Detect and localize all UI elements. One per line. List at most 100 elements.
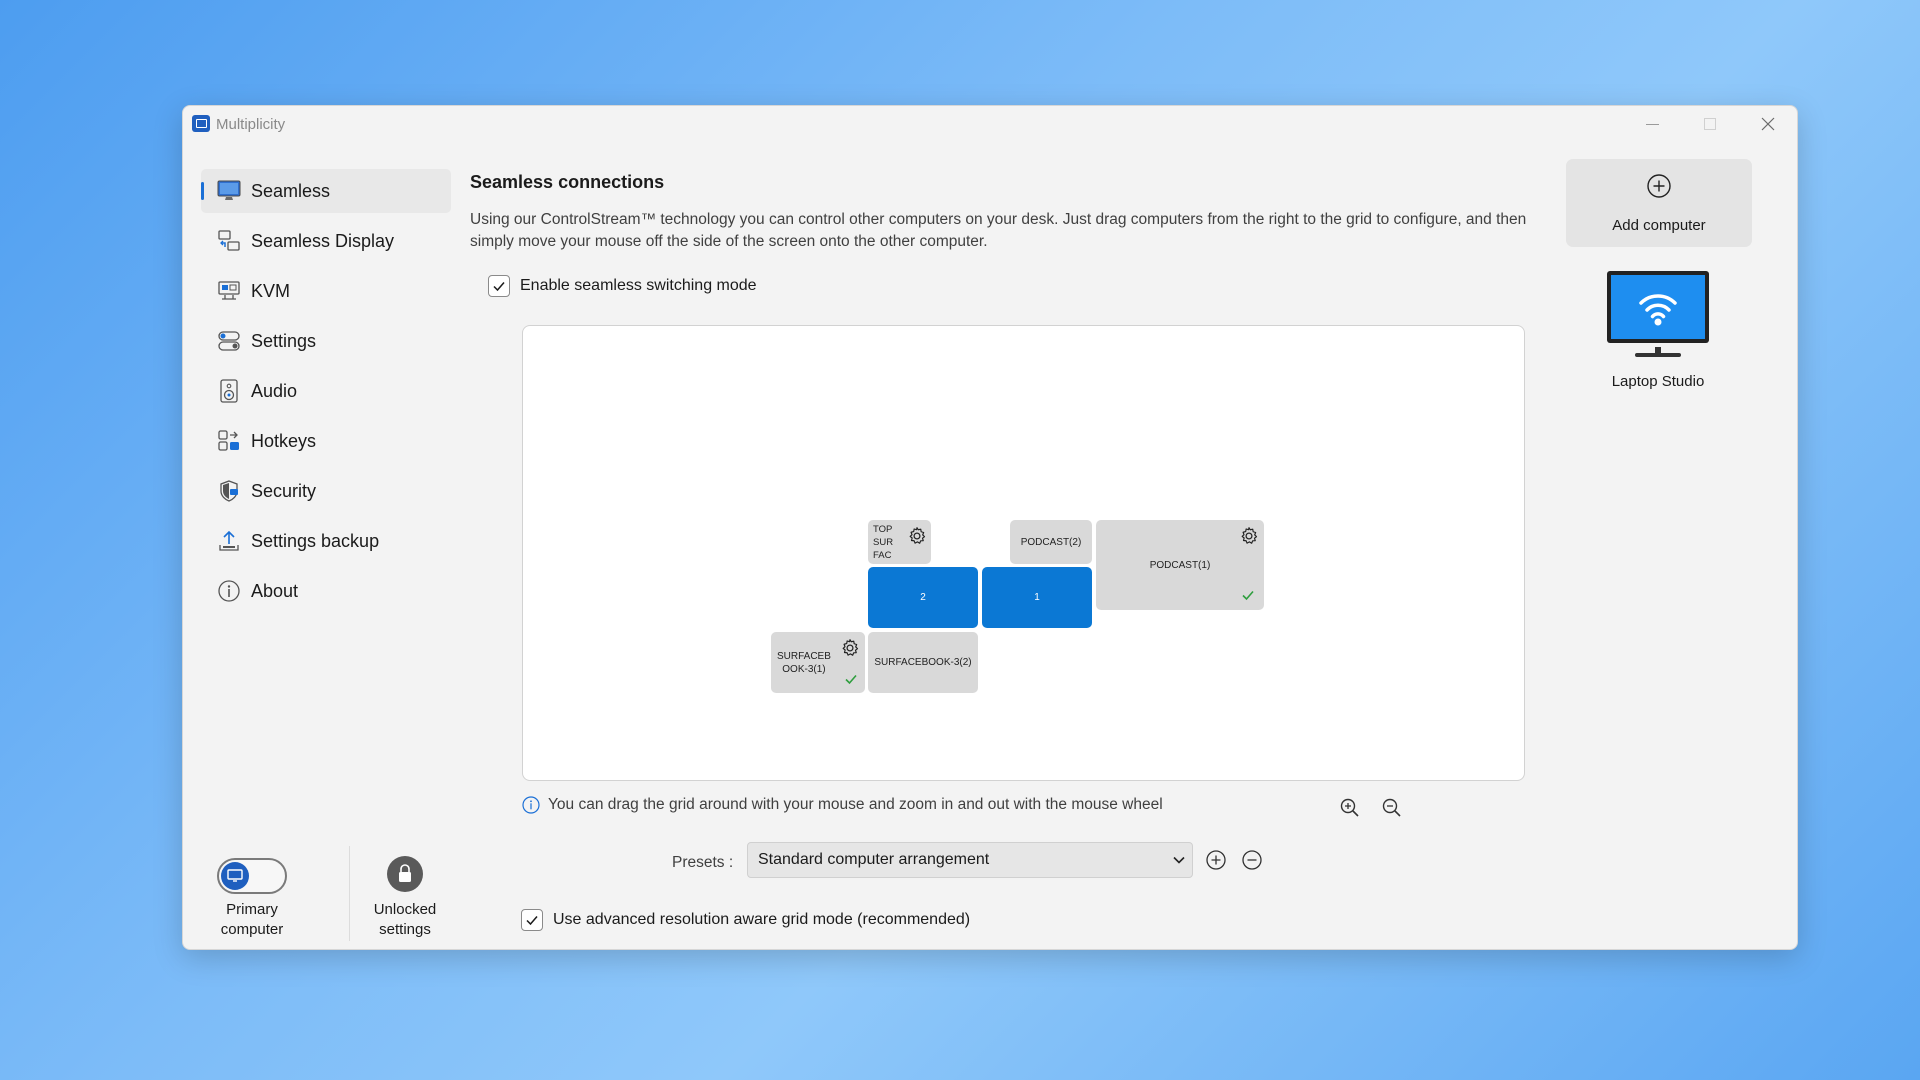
enable-seamless-checkbox[interactable]: Enable seamless switching mode	[488, 275, 757, 297]
zoom-out-icon[interactable]	[1381, 797, 1403, 819]
minimize-button[interactable]	[1623, 106, 1681, 142]
available-computer-laptop-studio[interactable]	[1605, 269, 1711, 369]
sidebar-item-kvm[interactable]: KVM	[201, 269, 451, 313]
toggles-icon	[217, 329, 241, 353]
sidebar-item-label: Audio	[251, 380, 298, 401]
sidebar-item-label: Settings backup	[251, 530, 380, 551]
sidebar-item-settings[interactable]: Settings	[201, 319, 451, 363]
available-computer-label: Laptop Studio	[1611, 373, 1705, 390]
sidebar-item-about[interactable]: About	[201, 569, 451, 613]
primary-computer-label: Primary computer	[201, 900, 303, 940]
grid-tile-top-surface[interactable]: TOP SUR FAC	[868, 520, 931, 564]
info-icon	[522, 796, 540, 814]
grid-tile-surfacebook-3-1[interactable]: SURFACEB OOK-3(1)	[771, 632, 865, 693]
wifi-monitor-icon	[1607, 271, 1709, 357]
sidebar-item-seamless-display[interactable]: Seamless Display	[201, 219, 451, 263]
sidebar-item-settings-backup[interactable]: Settings backup	[201, 519, 451, 563]
advanced-grid-checkbox[interactable]: Use advanced resolution aware grid mode …	[521, 909, 970, 931]
window-title: Multiplicity	[216, 116, 286, 133]
sidebar-nav: Seamless Seamless Display KVM Settings A…	[201, 169, 451, 619]
sidebar-item-seamless[interactable]: Seamless	[201, 169, 451, 213]
sidebar-item-label: Seamless Display	[251, 230, 395, 251]
unlocked-label-line2: settings	[379, 921, 431, 938]
unlocked-settings-label: Unlocked settings	[355, 900, 455, 940]
tile-label: 1	[1034, 592, 1040, 603]
primary-label-line1: Primary	[226, 901, 278, 918]
minimize-icon	[1645, 123, 1659, 125]
speaker-icon	[217, 379, 241, 403]
sidebar-item-label: Seamless	[251, 180, 331, 201]
maximize-icon	[1704, 118, 1716, 130]
app-window: Multiplicity Seamless Seamless Display K…	[182, 105, 1798, 950]
sidebar-item-hotkeys[interactable]: Hotkeys	[201, 419, 451, 463]
unlocked-label-line1: Unlocked	[373, 901, 437, 918]
app-logo-icon	[192, 115, 210, 132]
monitor-icon	[217, 179, 241, 203]
presets-dropdown[interactable]: Standard computer arrangement	[747, 842, 1193, 878]
kvm-icon	[217, 279, 241, 303]
tile-label-line: OOK-3(1)	[782, 663, 826, 675]
lock-icon	[399, 864, 411, 882]
unlocked-settings-button[interactable]	[387, 856, 423, 892]
check-icon	[1242, 590, 1254, 601]
gear-icon[interactable]	[840, 638, 860, 658]
grid-tile-podcast-2[interactable]: PODCAST(2)	[1010, 520, 1092, 564]
primary-computer-toggle[interactable]	[217, 858, 287, 894]
tile-label-line: TOP	[873, 523, 893, 535]
add-computer-button[interactable]: Add computer	[1566, 159, 1752, 247]
main-panel: Seamless connections Using our ControlSt…	[470, 106, 1542, 949]
monitor-icon	[221, 862, 249, 890]
chevron-down-icon	[1173, 856, 1185, 864]
hint-text: You can drag the grid around with your m…	[548, 796, 1163, 813]
tile-label: SURFACEB OOK-3(1)	[777, 650, 831, 676]
add-circle-icon	[1647, 174, 1671, 198]
checkmark-icon	[526, 916, 538, 926]
page-title: Seamless connections	[470, 172, 665, 192]
primary-label-line2: computer	[220, 921, 284, 938]
seamless-display-icon	[217, 229, 241, 253]
tile-label-line: FAC	[873, 549, 892, 561]
page-description: Using our ControlStream™ technology you …	[470, 211, 1527, 250]
advanced-grid-label: Use advanced resolution aware grid mode …	[553, 911, 971, 928]
checkbox-box	[488, 275, 510, 297]
presets-label: Presets :	[672, 854, 734, 871]
check-icon	[845, 674, 857, 685]
checkbox-box	[521, 909, 543, 931]
tile-label-line: SUR	[873, 536, 894, 548]
close-icon	[1761, 117, 1775, 131]
hotkeys-icon	[217, 429, 241, 453]
sidebar-item-security[interactable]: Security	[201, 469, 451, 513]
upload-icon	[217, 529, 241, 553]
gear-icon[interactable]	[907, 526, 927, 546]
checkmark-icon	[493, 282, 505, 292]
tile-label: TOP SUR FAC	[873, 523, 893, 562]
remove-preset-button[interactable]	[1241, 849, 1263, 871]
info-icon	[217, 579, 241, 603]
tile-label-line: SURFACEB	[777, 650, 831, 662]
close-button[interactable]	[1739, 106, 1797, 142]
tile-label: PODCAST(1)	[1149, 559, 1211, 571]
computer-grid-canvas[interactable]: TOP SUR FAC PODCAST(2) PODCAST(1) 2 1 SU…	[522, 325, 1525, 781]
grid-tile-podcast-1[interactable]: PODCAST(1)	[1096, 520, 1264, 610]
tile-label: PODCAST(2)	[1020, 536, 1082, 548]
sidebar-item-label: About	[251, 580, 299, 601]
sidebar-item-label: KVM	[251, 280, 291, 301]
presets-selected-value: Standard computer arrangement	[758, 851, 990, 868]
shield-icon	[217, 479, 241, 503]
add-preset-button[interactable]	[1205, 849, 1227, 871]
grid-tile-screen-2[interactable]: 2	[868, 567, 978, 628]
grid-tile-screen-1[interactable]: 1	[982, 567, 1092, 628]
grid-tile-surfacebook-3-2[interactable]: SURFACEBOOK-3(2)	[868, 632, 978, 693]
divider	[349, 846, 350, 941]
sidebar-item-audio[interactable]: Audio	[201, 369, 451, 413]
grid-hint: You can drag the grid around with your m…	[522, 796, 1163, 814]
sidebar-item-label: Hotkeys	[251, 430, 317, 451]
sidebar-item-label: Settings	[251, 330, 317, 351]
tile-label: 2	[920, 592, 926, 603]
enable-seamless-label: Enable seamless switching mode	[520, 277, 757, 294]
zoom-in-icon[interactable]	[1339, 797, 1361, 819]
gear-icon[interactable]	[1239, 526, 1259, 546]
sidebar-item-label: Security	[251, 480, 317, 501]
maximize-button[interactable]	[1681, 106, 1739, 142]
add-computer-label: Add computer	[1612, 217, 1706, 234]
